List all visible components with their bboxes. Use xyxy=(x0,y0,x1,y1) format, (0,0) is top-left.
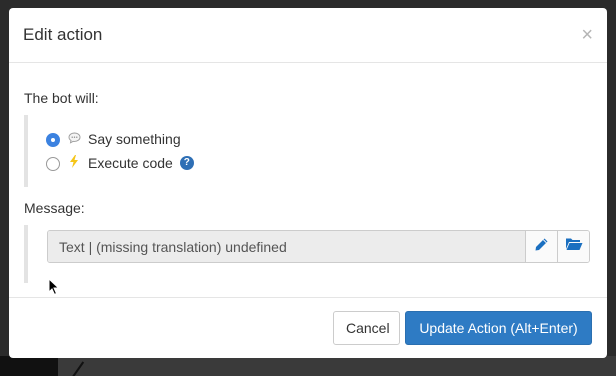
message-label: Message: xyxy=(24,200,85,216)
browse-content-button[interactable] xyxy=(557,231,589,262)
speech-bubble-icon xyxy=(67,132,81,147)
radio-execute-code[interactable] xyxy=(46,157,60,171)
option-say-something[interactable]: Say something xyxy=(46,127,592,151)
folder-open-icon xyxy=(565,237,583,256)
modal-header: Edit action × xyxy=(9,8,607,63)
help-icon[interactable]: ? xyxy=(179,156,194,170)
bot-will-label: The bot will: xyxy=(24,90,99,106)
update-action-button[interactable]: Update Action (Alt+Enter) xyxy=(405,311,592,345)
modal-body: The bot will: Say something Execute code… xyxy=(9,63,607,297)
page-backdrop xyxy=(0,356,616,376)
message-input[interactable] xyxy=(48,231,525,262)
page-backdrop-dark xyxy=(0,356,58,376)
edit-message-button[interactable] xyxy=(525,231,557,262)
close-icon[interactable]: × xyxy=(581,25,593,45)
modal-footer: Cancel Update Action (Alt+Enter) xyxy=(9,297,607,358)
option-execute-code[interactable]: Execute code ? xyxy=(46,151,592,175)
radio-say-something[interactable] xyxy=(46,133,60,147)
mouse-cursor-icon xyxy=(48,278,60,296)
action-type-radio-group: Say something Execute code ? xyxy=(24,115,592,187)
pencil-icon xyxy=(534,237,549,257)
message-input-group xyxy=(47,230,590,263)
modal-title: Edit action xyxy=(23,25,103,44)
edit-action-modal: Edit action × The bot will: Say somethin… xyxy=(9,8,607,358)
option-label-execute-code: Execute code xyxy=(88,155,173,171)
lightning-bolt-icon xyxy=(67,155,81,171)
message-group xyxy=(24,225,592,283)
option-label-say-something: Say something xyxy=(88,131,181,147)
cancel-button[interactable]: Cancel xyxy=(333,311,400,345)
